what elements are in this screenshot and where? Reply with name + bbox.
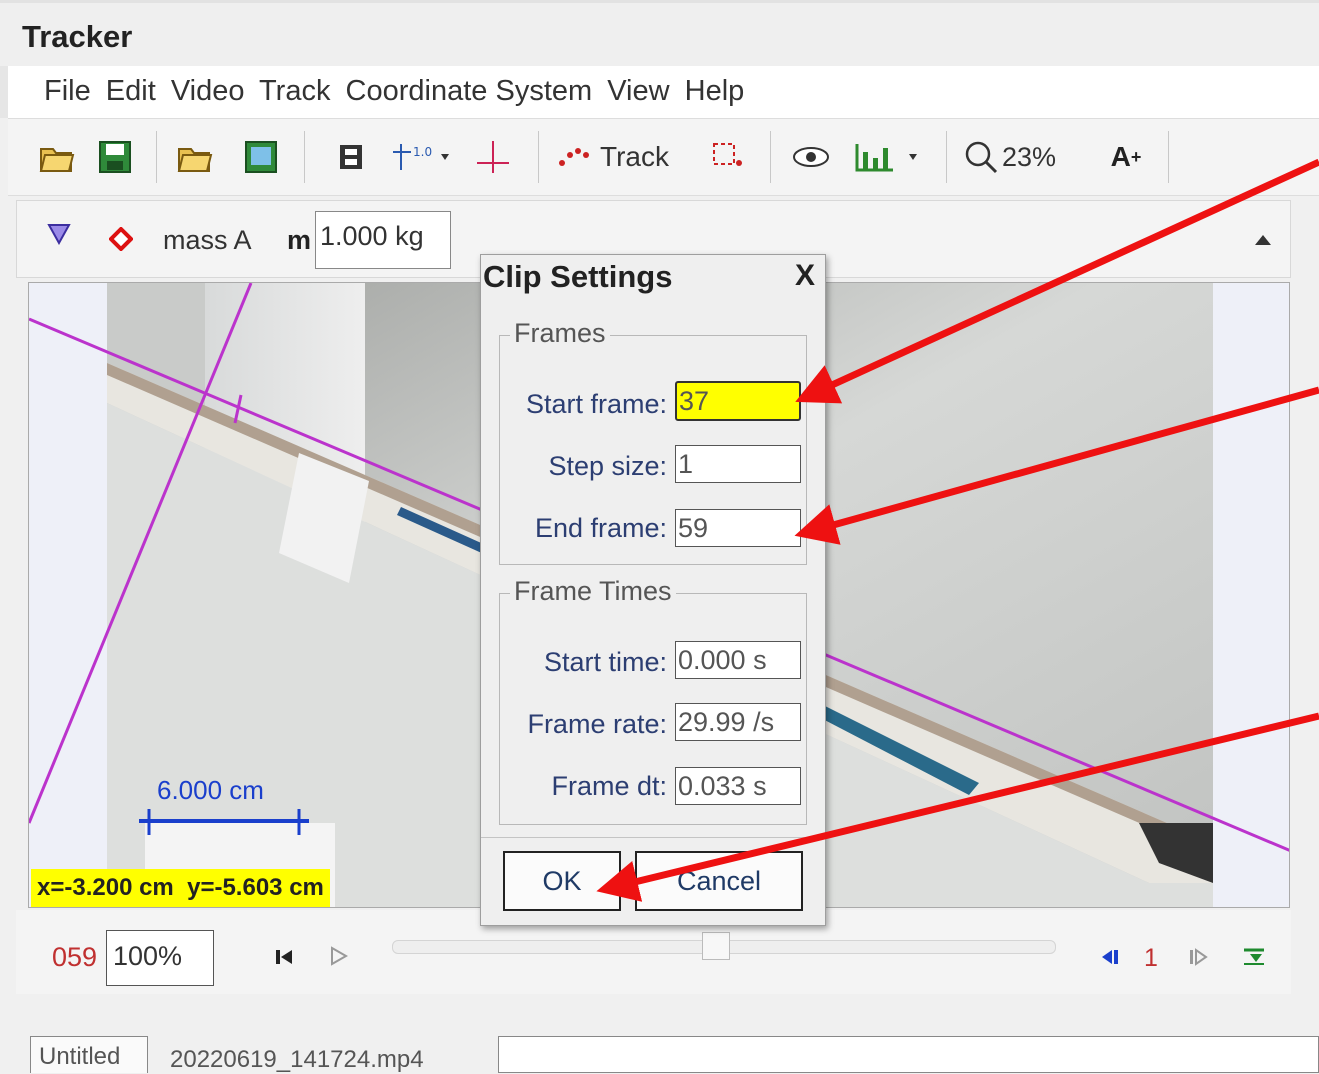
export-image-icon[interactable]	[240, 137, 282, 177]
cancel-button[interactable]: Cancel	[635, 851, 803, 911]
frame-rate-field[interactable]: 29.99 /s	[675, 703, 801, 741]
play-icon[interactable]	[330, 946, 349, 971]
ok-button[interactable]: OK	[503, 851, 621, 911]
end-frame-field[interactable]: 59	[675, 509, 801, 547]
visibility-eye-icon[interactable]	[788, 137, 834, 177]
start-time-label: Start time:	[543, 647, 667, 677]
title-bar: Tracker	[0, 0, 1319, 66]
clip-settings-dialog: Clip Settings X Frames Start frame: 37 S…	[480, 254, 826, 926]
font-size-label: A	[1110, 141, 1131, 172]
coordinate-readout: x=-3.200 cm y=-5.603 cm	[31, 869, 330, 907]
track-menu-icon[interactable]	[47, 223, 71, 250]
track-label: Track	[600, 141, 669, 172]
zoom-value: 23%	[1002, 141, 1057, 172]
frame-times-group-title: Frame Times	[510, 576, 676, 607]
dialog-close-button[interactable]: X	[795, 259, 815, 293]
reset-start-icon[interactable]	[274, 948, 294, 971]
open-video-icon[interactable]	[174, 137, 216, 177]
magnifier-icon	[965, 141, 998, 174]
step-forward-icon[interactable]	[1188, 948, 1208, 971]
collapse-up-icon[interactable]	[1253, 233, 1273, 252]
menu-video[interactable]: Video	[171, 75, 245, 107]
menu-coordinate-system[interactable]: Coordinate System	[346, 75, 593, 107]
mass-field[interactable]: 1.000 kg	[315, 211, 451, 269]
save-icon[interactable]	[94, 137, 136, 177]
tab-untitled[interactable]: Untitled	[30, 1036, 148, 1073]
step-back-icon[interactable]	[1100, 948, 1120, 971]
menu-bar: File Edit Video Track Coordinate System …	[0, 66, 1319, 118]
menu-track[interactable]: Track	[259, 75, 330, 107]
bottom-tab-bar: Untitled 20220619_141724.mp4	[0, 1000, 1319, 1073]
axes-icon[interactable]	[472, 137, 514, 177]
step-size-field[interactable]: 1	[675, 445, 801, 483]
frames-group-title: Frames	[510, 318, 610, 349]
end-frame-label: End frame:	[534, 513, 667, 543]
frame-rate-label: Frame rate:	[527, 709, 667, 739]
track-control-icon[interactable]	[708, 137, 750, 177]
dialog-title: Clip Settings	[483, 259, 673, 294]
slider-handle[interactable]	[702, 932, 730, 960]
create-track-button[interactable]: Track	[556, 137, 706, 177]
font-size-sup: +	[1130, 146, 1142, 167]
start-time-field[interactable]: 0.000 s	[675, 641, 801, 679]
point-mass-icon	[559, 148, 589, 166]
frame-dt-label: Frame dt:	[551, 771, 667, 801]
playback-rate-field[interactable]: 100%	[106, 930, 214, 986]
scale-length-label[interactable]: 6.000 cm	[157, 775, 264, 806]
step-size-value[interactable]: 1	[1144, 944, 1158, 973]
mass-diamond-icon	[108, 226, 134, 256]
start-frame-label: Start frame:	[525, 389, 667, 419]
mass-label: m	[287, 225, 312, 255]
tab-video-file[interactable]: 20220619_141724.mp4	[170, 1046, 424, 1074]
step-size-label: Step size:	[548, 451, 667, 481]
menu-view[interactable]: View	[607, 75, 669, 107]
status-panel	[498, 1036, 1319, 1073]
svg-text:1.0: 1.0	[413, 145, 432, 159]
frame-dt-field[interactable]: 0.033 s	[675, 767, 801, 805]
data-tools-icon[interactable]	[850, 137, 930, 177]
zoom-control[interactable]: 23%	[964, 137, 1084, 177]
clip-settings-icon[interactable]	[330, 137, 372, 177]
calibration-tools-icon[interactable]: 1.0	[388, 137, 458, 177]
menu-help[interactable]: Help	[685, 75, 745, 107]
track-name[interactable]: mass A	[163, 225, 252, 256]
go-to-end-icon[interactable]	[1242, 946, 1268, 971]
app-title: Tracker	[22, 19, 133, 54]
menu-edit[interactable]: Edit	[106, 75, 156, 107]
toolbar: 1.0 Track 23% A +	[8, 118, 1319, 196]
start-frame-field[interactable]: 37	[675, 381, 801, 421]
menu-file[interactable]: File	[44, 75, 91, 107]
dialog-divider	[481, 837, 825, 838]
frame-number: 059	[52, 942, 98, 972]
open-folder-icon[interactable]	[36, 137, 78, 177]
font-size-button[interactable]: A +	[1102, 137, 1150, 177]
